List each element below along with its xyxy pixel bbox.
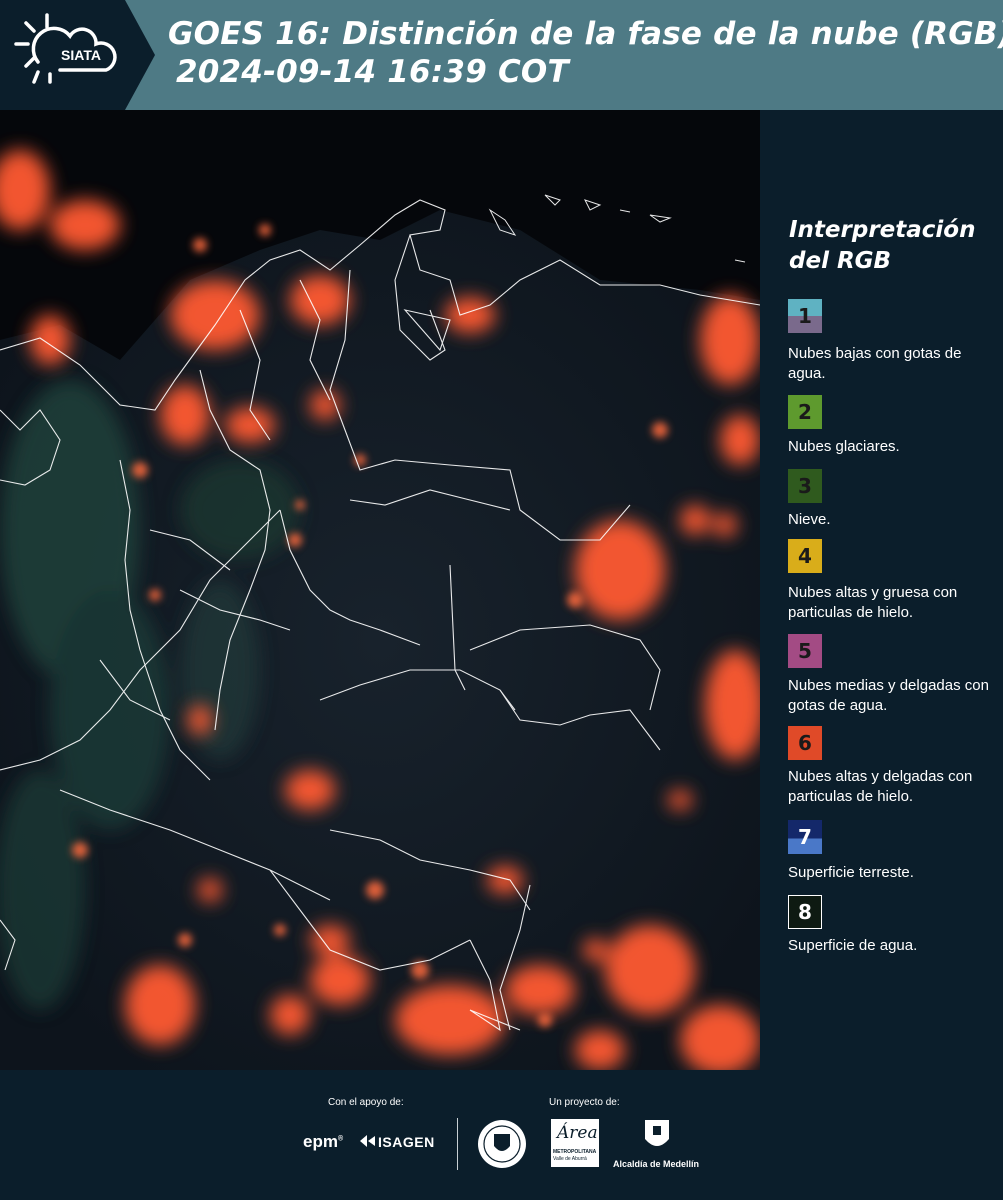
epm-logo: epm® (303, 1132, 344, 1151)
legend-panel: Interpretación del RGB 1 Nubes bajas con… (760, 110, 1003, 1070)
satellite-image (0, 110, 760, 1070)
legend-swatch-6: 6 (788, 726, 822, 760)
legend-swatch-7: 7 (788, 820, 822, 854)
legend-label-8: Superficie de agua. (788, 937, 918, 954)
alcaldia-text: Alcaldía de Medellín (613, 1159, 700, 1169)
legend-swatch-2: 2 (788, 395, 822, 429)
page-title: GOES 16: Distinción de la fase de la nub… (168, 16, 1003, 52)
isagen-logo: ISAGEN (378, 1134, 435, 1150)
isagen-icon (360, 1135, 375, 1147)
siata-logo: SIATA (0, 0, 155, 110)
legend-swatch-1: 1 (788, 299, 822, 333)
legend-swatch-8: 8 (788, 895, 822, 929)
area-metropolitana-logo: Área METROPOLITANA Valle de Aburrá (551, 1119, 599, 1167)
legend-label-1: Nubes bajas con gotas de agua. (788, 345, 962, 382)
epm-logo-text: epm (303, 1132, 338, 1151)
header-bar: SIATA GOES 16: Distinción de la fase de … (0, 0, 1003, 110)
antioquia-seal-icon (478, 1120, 526, 1168)
footer: Con el apoyo de: Un proyecto de: epm® IS… (0, 1070, 1003, 1200)
support-label: Con el apoyo de: (328, 1097, 404, 1108)
legend-label-7: Superficie terreste. (788, 864, 914, 881)
page-timestamp: 2024-09-14 16:39 COT (176, 54, 569, 90)
legend-swatch-4: 4 (788, 539, 822, 573)
legend-swatch-3: 3 (788, 469, 822, 503)
metropolitana-text: METROPOLITANA (553, 1149, 597, 1155)
satellite-map (0, 110, 760, 1070)
area-script-text: Área (557, 1123, 598, 1143)
medellin-shield-icon (645, 1120, 669, 1146)
legend-swatch-5: 5 (788, 634, 822, 668)
legend-label-2: Nubes glaciares. (788, 438, 900, 455)
legend-label-4: Nubes altas y gruesa con particulas de h… (788, 584, 958, 621)
footer-divider (457, 1118, 458, 1170)
legend-label-6: Nubes altas y delgadas con particulas de… (788, 768, 973, 805)
legend-title-line2: del RGB (789, 248, 892, 274)
valle-text: Valle de Aburrá (553, 1156, 587, 1162)
legend-label-3: Nieve. (788, 511, 831, 528)
legend-label-5: Nubes medias y delgadas con gotas de agu… (788, 677, 989, 714)
legend-title: Interpretación del RGB (789, 215, 989, 277)
legend-title-line1: Interpretación (789, 217, 976, 243)
project-label: Un proyecto de: (549, 1097, 620, 1108)
siata-logo-text: SIATA (61, 47, 101, 63)
